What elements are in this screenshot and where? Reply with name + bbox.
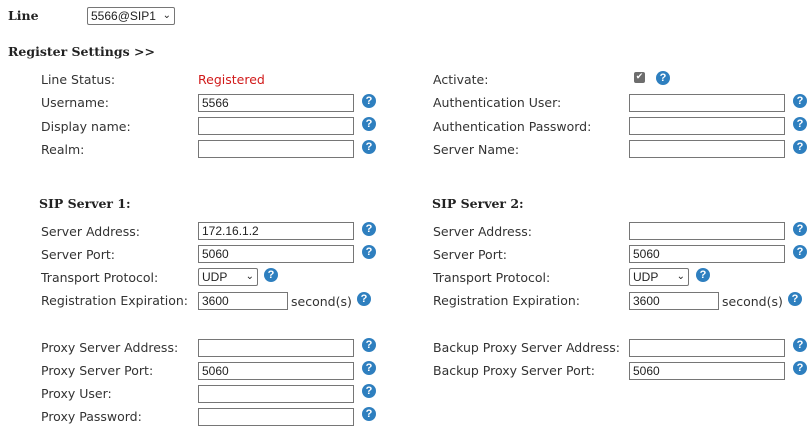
sip1-transport-label: Transport Protocol: — [41, 270, 159, 285]
proxy-password-input[interactable] — [198, 408, 354, 426]
sip-server-2-title: SIP Server 2: — [432, 196, 524, 211]
auth-password-input[interactable] — [629, 117, 785, 135]
sip1-expiration-unit: second(s) — [291, 294, 352, 309]
line-select-value: 5566@SIP1 — [91, 9, 156, 23]
proxy-address-input[interactable] — [198, 339, 354, 357]
help-icon[interactable]: ? — [696, 268, 710, 282]
proxy-address-label: Proxy Server Address: — [41, 340, 179, 355]
sip2-port-input[interactable] — [629, 245, 785, 263]
help-icon[interactable]: ? — [793, 338, 807, 352]
username-input[interactable] — [198, 94, 354, 112]
help-icon[interactable]: ? — [793, 245, 807, 259]
proxy-password-label: Proxy Password: — [41, 409, 142, 424]
backup-proxy-address-label: Backup Proxy Server Address: — [433, 340, 620, 355]
help-icon[interactable]: ? — [793, 94, 807, 108]
sip2-transport-select[interactable]: UDP ⌄ — [629, 268, 689, 286]
backup-proxy-address-input[interactable] — [629, 339, 785, 357]
help-icon[interactable]: ? — [793, 222, 807, 236]
help-icon[interactable]: ? — [362, 361, 376, 375]
sip1-transport-select[interactable]: UDP ⌄ — [198, 268, 258, 286]
register-settings-title: Register Settings >> — [8, 44, 155, 59]
proxy-user-input[interactable] — [198, 385, 354, 403]
sip1-address-label: Server Address: — [41, 224, 140, 239]
sip2-expiration-label: Registration Expiration: — [433, 293, 581, 308]
auth-user-input[interactable] — [629, 94, 785, 112]
line-status-value: Registered — [198, 72, 265, 87]
line-select[interactable]: 5566@SIP1 ⌄ — [87, 7, 175, 25]
sip-server-1-title: SIP Server 1: — [39, 196, 131, 211]
auth-user-label: Authentication User: — [433, 95, 562, 110]
help-icon[interactable]: ? — [362, 94, 376, 108]
server-name-label: Server Name: — [433, 142, 520, 157]
help-icon[interactable]: ? — [793, 117, 807, 131]
sip2-expiration-unit: second(s) — [722, 294, 783, 309]
realm-input[interactable] — [198, 140, 354, 158]
help-icon[interactable]: ? — [362, 407, 376, 421]
username-label: Username: — [41, 95, 109, 110]
sip1-expiration-input[interactable] — [198, 292, 288, 310]
realm-label: Realm: — [41, 142, 85, 157]
sip1-port-label: Server Port: — [41, 247, 115, 262]
line-status-label: Line Status: — [41, 72, 116, 87]
help-icon[interactable]: ? — [357, 292, 371, 306]
sip2-address-input[interactable] — [629, 222, 785, 240]
proxy-port-input[interactable] — [198, 362, 354, 380]
backup-proxy-port-label: Backup Proxy Server Port: — [433, 363, 595, 378]
help-icon[interactable]: ? — [264, 268, 278, 282]
proxy-port-label: Proxy Server Port: — [41, 363, 154, 378]
sip1-address-input[interactable] — [198, 222, 354, 240]
help-icon[interactable]: ? — [362, 140, 376, 154]
help-icon[interactable]: ? — [362, 245, 376, 259]
help-icon[interactable]: ? — [793, 140, 807, 154]
help-icon[interactable]: ? — [362, 338, 376, 352]
help-icon[interactable]: ? — [362, 222, 376, 236]
chevron-down-icon: ⌄ — [162, 10, 171, 21]
sip2-port-label: Server Port: — [433, 247, 507, 262]
sip2-address-label: Server Address: — [433, 224, 532, 239]
sip2-transport-value: UDP — [633, 270, 659, 284]
help-icon[interactable]: ? — [362, 384, 376, 398]
help-icon[interactable]: ? — [362, 117, 376, 131]
activate-label: Activate: — [433, 72, 489, 87]
sip1-transport-value: UDP — [202, 270, 228, 284]
chevron-down-icon: ⌄ — [676, 271, 685, 282]
server-name-input[interactable] — [629, 140, 785, 158]
help-icon[interactable]: ? — [793, 361, 807, 375]
display-name-label: Display name: — [41, 119, 131, 134]
line-label: Line — [8, 8, 39, 23]
display-name-input[interactable] — [198, 117, 354, 135]
proxy-user-label: Proxy User: — [41, 386, 112, 401]
help-icon[interactable]: ? — [656, 71, 670, 85]
sip1-expiration-label: Registration Expiration: — [41, 293, 189, 308]
sip2-expiration-input[interactable] — [629, 292, 719, 310]
help-icon[interactable]: ? — [788, 292, 802, 306]
auth-password-label: Authentication Password: — [433, 119, 592, 134]
activate-checkbox[interactable]: ✔ — [634, 72, 645, 83]
sip1-port-input[interactable] — [198, 245, 354, 263]
backup-proxy-port-input[interactable] — [629, 362, 785, 380]
chevron-down-icon: ⌄ — [245, 271, 254, 282]
sip2-transport-label: Transport Protocol: — [433, 270, 551, 285]
